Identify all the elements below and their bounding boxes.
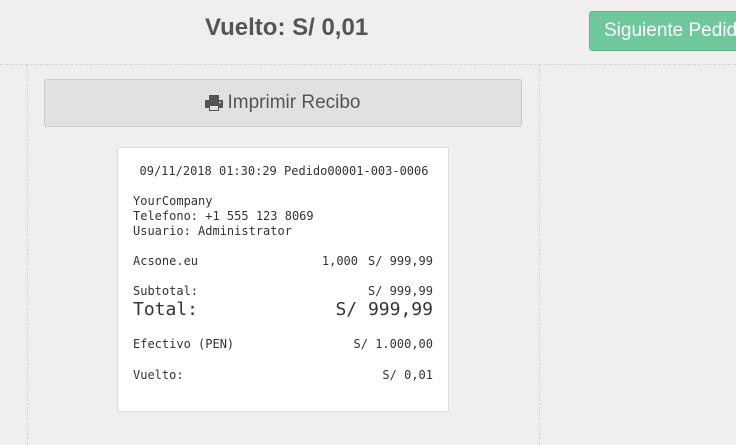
next-order-button[interactable]: Siguiente Pedido — [589, 11, 736, 51]
receipt-change-value: S/ 0,01 — [382, 368, 433, 382]
receipt-change-label: Vuelto: — [133, 368, 184, 382]
divider-left — [27, 64, 28, 445]
receipt-item-qty: 1,000 — [321, 254, 358, 268]
receipt-item-price: S/ 999,99 — [367, 254, 433, 268]
receipt-total-label: Total: — [133, 299, 199, 320]
receipt-phone: Telefono: +1 555 123 8069 — [133, 209, 314, 223]
divider-right — [539, 64, 540, 445]
print-receipt-button[interactable]: Imprimir Recibo — [44, 79, 522, 127]
receipt-payment-value: S/ 1.000,00 — [353, 337, 433, 351]
receipt-subtotal-label: Subtotal: — [133, 284, 199, 298]
receipt-subtotal-value: S/ 999,99 — [367, 284, 433, 298]
receipt-payment-label: Efectivo (PEN) — [133, 337, 235, 351]
receipt-user: Usuario: Administrator — [133, 224, 292, 238]
print-icon — [205, 95, 224, 111]
divider-horizontal — [0, 64, 736, 65]
receipt-item-product: Acsone.eu — [133, 254, 199, 268]
receipt-header: 09/11/2018 01:30:29 Pedido00001-003-0006 — [139, 164, 429, 178]
receipt-company: YourCompany — [133, 194, 213, 208]
receipt-total-value: S/ 999,99 — [335, 299, 433, 320]
change-amount-title: Vuelto: S/ 0,01 — [205, 14, 369, 41]
receipt: 09/11/2018 01:30:29 Pedido00001-003-0006… — [117, 147, 449, 412]
print-receipt-label: Imprimir Recibo — [227, 92, 361, 113]
top-bar: Vuelto: S/ 0,01 Siguiente Pedido — [0, 0, 736, 64]
